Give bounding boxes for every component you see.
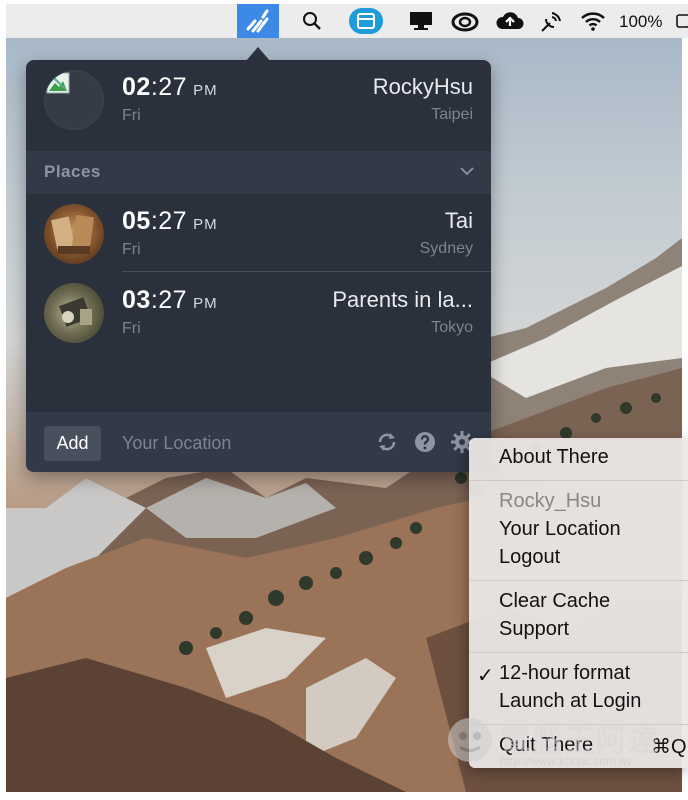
menu-item-launch-at-login[interactable]: Launch at Login (499, 690, 641, 713)
places-section-header[interactable]: Places (26, 151, 491, 194)
creative-cloud-icon[interactable] (449, 4, 481, 38)
your-location-link[interactable]: Your Location (122, 433, 231, 454)
there-popover: 02:27 PM Fri RockyHsu Taipei Places 05:27… (26, 60, 491, 472)
display-icon[interactable] (406, 4, 436, 38)
spotlight-search-icon[interactable] (297, 4, 327, 38)
watermark-logo-icon (448, 718, 492, 762)
avatar (44, 204, 104, 264)
menu-separator (469, 652, 688, 653)
wifi-icon[interactable] (578, 4, 608, 38)
places-label: Places (44, 162, 101, 181)
place-city: Sydney (419, 240, 473, 257)
menu-item-support[interactable]: Support (499, 618, 569, 641)
checkmark-icon: ✓ (477, 665, 494, 687)
menu-item-about[interactable]: About There (499, 446, 609, 469)
watermark-url: http://www.kocpc.com.tw (500, 754, 632, 768)
add-button[interactable]: Add (44, 426, 101, 461)
help-icon[interactable] (413, 430, 437, 454)
my-avatar (44, 70, 104, 130)
menu-item-logout[interactable]: Logout (499, 546, 560, 569)
menu-item-your-location[interactable]: Your Location (499, 518, 621, 541)
place-name: Tai (444, 208, 473, 233)
popover-arrow (246, 47, 270, 61)
menu-item-12-hour-format[interactable]: 12-hour format (499, 662, 630, 685)
my-city: Taipei (431, 106, 473, 123)
place-day: Fri (122, 241, 141, 258)
my-day: Fri (122, 107, 141, 124)
macos-menubar: 100% (6, 4, 688, 38)
menu-separator (469, 480, 688, 481)
chevron-down-icon[interactable] (459, 163, 475, 179)
satellite-icon[interactable] (536, 4, 566, 38)
broken-image-icon (46, 72, 70, 94)
place-time: 05:27 PM (122, 207, 218, 235)
place-time: 03:27 PM (122, 286, 218, 314)
battery-percentage[interactable]: 100% (619, 12, 662, 32)
avatar (44, 283, 104, 343)
place-day: Fri (122, 320, 141, 337)
refresh-icon[interactable] (375, 430, 399, 454)
row-divider (122, 271, 491, 272)
there-app-icon[interactable] (237, 4, 279, 38)
my-name: RockyHsu (372, 74, 473, 99)
menu-item-username: Rocky_Hsu (499, 490, 602, 512)
menu-item-clear-cache[interactable]: Clear Cache (499, 590, 610, 613)
menu-separator (469, 580, 688, 581)
popover-footer: Add Your Location (26, 412, 491, 472)
place-city: Tokyo (431, 319, 473, 336)
cloud-upload-icon[interactable] (494, 4, 526, 38)
my-time: 02:27 PM (122, 73, 218, 101)
place-name: Parents in la... (332, 287, 473, 312)
app-window-icon[interactable] (347, 4, 385, 38)
battery-icon[interactable] (676, 4, 688, 38)
place-row-parents[interactable]: 03:27 PM Fri Parents in la... Tokyo (26, 273, 491, 353)
place-row-tai[interactable]: 05:27 PM Fri Tai Sydney (26, 194, 491, 274)
my-time-row[interactable]: 02:27 PM Fri RockyHsu Taipei (26, 60, 491, 140)
watermark: 電腦王阿達 http://www.kocpc.com.tw (440, 712, 688, 770)
